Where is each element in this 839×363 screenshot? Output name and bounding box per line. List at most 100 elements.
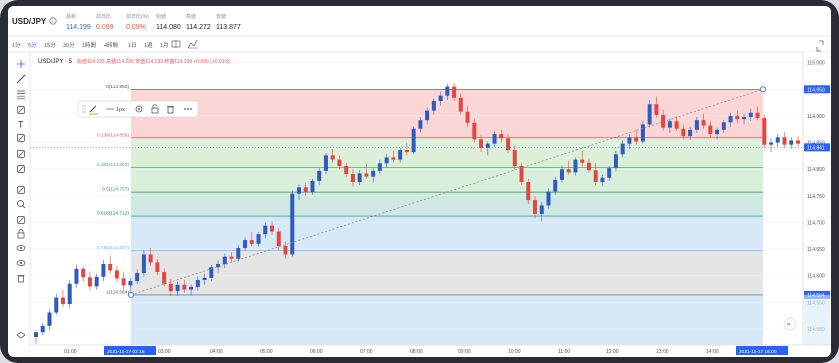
stat-value: 113.877 — [216, 24, 241, 31]
candle — [74, 264, 79, 288]
screen: USD/JPY i 最新 114.199 前日比 0.099 前日比(%) 0.09% 始値… — [8, 6, 831, 357]
time-end-tag-text: 2021-11-17 15:00 — [739, 349, 777, 355]
candle — [34, 330, 38, 344]
timeframe-0[interactable]: 1分 — [12, 41, 21, 49]
time-tick: 05:00 — [260, 349, 273, 355]
time-tick: 10:00 — [508, 349, 521, 355]
candle — [762, 114, 767, 148]
fib-label-0.5: 0.5(114.757) — [102, 187, 129, 193]
candle — [101, 259, 106, 282]
timeframe-5[interactable]: 4時間 — [104, 41, 119, 49]
price-tick: 114.700 — [807, 220, 825, 226]
time-tick: 07:00 — [360, 349, 373, 355]
candle — [108, 255, 113, 275]
more-options-icon[interactable] — [184, 108, 192, 110]
candle — [526, 178, 531, 204]
fib-label-0: 0(114.950) — [106, 84, 129, 90]
device-frame: USD/JPY i 最新 114.199 前日比 0.099 前日比(%) 0.09% 始値… — [0, 0, 839, 363]
fib-lines-icon[interactable] — [17, 90, 25, 100]
time-tick: 12:00 — [606, 349, 619, 355]
timeframe-1[interactable]: 5分 — [28, 41, 37, 49]
fib-band-0618-0786 — [131, 216, 763, 251]
candle — [290, 190, 295, 257]
fib-anchor-start[interactable] — [128, 291, 135, 298]
timeframe-3[interactable]: 30分 — [63, 41, 75, 49]
fib-band-0236-0382 — [131, 137, 763, 168]
trend-line-icon[interactable] — [16, 74, 26, 84]
scroll-to-realtime-button[interactable]: » — [783, 317, 797, 331]
eye-icon[interactable] — [16, 260, 26, 266]
candle — [54, 293, 59, 316]
symbol-label[interactable]: USD/JPY — [12, 17, 47, 26]
svg-text:T: T — [18, 120, 24, 130]
candle — [769, 138, 774, 153]
time-tick: 13:00 — [656, 349, 669, 355]
stat-label: 前日比 — [96, 13, 111, 20]
brush-icon[interactable] — [17, 106, 25, 114]
price-tick: 114.750 — [807, 194, 825, 200]
fib-label-0.618: 0.618(114.712) — [97, 211, 130, 217]
timeframe-4[interactable]: 1時間 — [82, 41, 97, 49]
fib-label-0.236: 0.236(114.859) — [97, 132, 130, 138]
candle — [411, 126, 416, 155]
crosshair-icon[interactable] — [17, 60, 25, 68]
pattern-icon[interactable] — [17, 134, 25, 142]
candle — [47, 308, 52, 331]
stat-label: 前日比(%) — [126, 13, 149, 20]
stat-value: 0.099 — [96, 24, 114, 31]
timeframe-7[interactable]: 1週 — [144, 41, 153, 49]
timeframe-2[interactable]: 15分 — [44, 41, 56, 49]
timeframe-8[interactable]: 1月 — [160, 42, 169, 49]
chart-type-icon[interactable] — [171, 40, 181, 48]
time-tick: 14:00 — [706, 349, 719, 355]
ruler-icon[interactable] — [17, 186, 25, 194]
drawing-edit-toolbar: 1px — [77, 100, 199, 118]
fib-band-0-0236 — [131, 89, 763, 138]
trading-chart-app: USD/JPY i 最新 114.199 前日比 0.099 前日比(%) 0.09% 始値… — [8, 6, 831, 357]
candle — [87, 271, 92, 291]
fib-band-0382-05 — [131, 167, 763, 193]
line-width-label[interactable]: 1px — [116, 107, 125, 113]
axis-range-highlight — [804, 294, 830, 345]
indicators-icon[interactable] — [187, 39, 198, 49]
fib-label-0.382: 0.382(114.803) — [97, 162, 130, 168]
header-bar — [8, 6, 831, 36]
time-tick: 03:00 — [158, 349, 171, 355]
timeframe-toolbar: 1分 5分 15分 30分 1時間 4時間 1日 1週 1月 — [12, 41, 169, 49]
emoji-icon[interactable] — [17, 165, 25, 173]
price-tick: 114.650 — [807, 247, 825, 253]
stat-value: 114.080 — [156, 24, 181, 31]
text-tool-icon[interactable]: T — [18, 120, 24, 130]
candle — [796, 136, 800, 147]
info-icon-glyph: i — [52, 19, 53, 24]
fib-label-1: 1(114.564) — [106, 289, 129, 295]
time-tick: 06:00 — [310, 349, 323, 355]
stat-label: 最新 — [66, 13, 76, 20]
price-tick: 115.000 — [807, 61, 825, 67]
candle — [114, 266, 119, 282]
fullscreen-icon[interactable] — [816, 40, 824, 52]
legend-ohlc: 始値114.193 高値114.200 安値114.193 終値114.199 … — [77, 58, 231, 65]
time-tick: 08:00 — [410, 349, 423, 355]
magnet-icon[interactable] — [17, 216, 25, 224]
fib-anchor-end[interactable] — [760, 86, 767, 93]
lock-drawings-icon[interactable] — [17, 229, 25, 239]
layers-icon[interactable] — [16, 331, 26, 339]
time-tick: 01:00 — [64, 349, 77, 355]
fib-label-0.786: 0.786(114.647) — [97, 245, 130, 251]
candle — [40, 322, 45, 336]
trash-all-icon[interactable] — [17, 275, 25, 283]
hide-drawings-icon[interactable] — [16, 245, 26, 251]
candle — [519, 162, 524, 186]
drawing-tools-sidebar: T — [16, 60, 26, 339]
stat-label: 高値 — [186, 13, 196, 20]
stat-value: 0.09% — [126, 24, 146, 31]
price-tag-text-current_price: 114.841 — [807, 145, 825, 151]
price-tick: 114.600 — [807, 274, 825, 280]
stat-label: 始値 — [156, 13, 166, 20]
measure-icon[interactable] — [17, 150, 25, 158]
time-start-tag-text: 2021-11-17 02:15 — [107, 349, 145, 355]
zoom-in-icon[interactable] — [17, 200, 26, 209]
candle — [60, 289, 65, 308]
timeframe-6[interactable]: 1日 — [128, 42, 137, 49]
